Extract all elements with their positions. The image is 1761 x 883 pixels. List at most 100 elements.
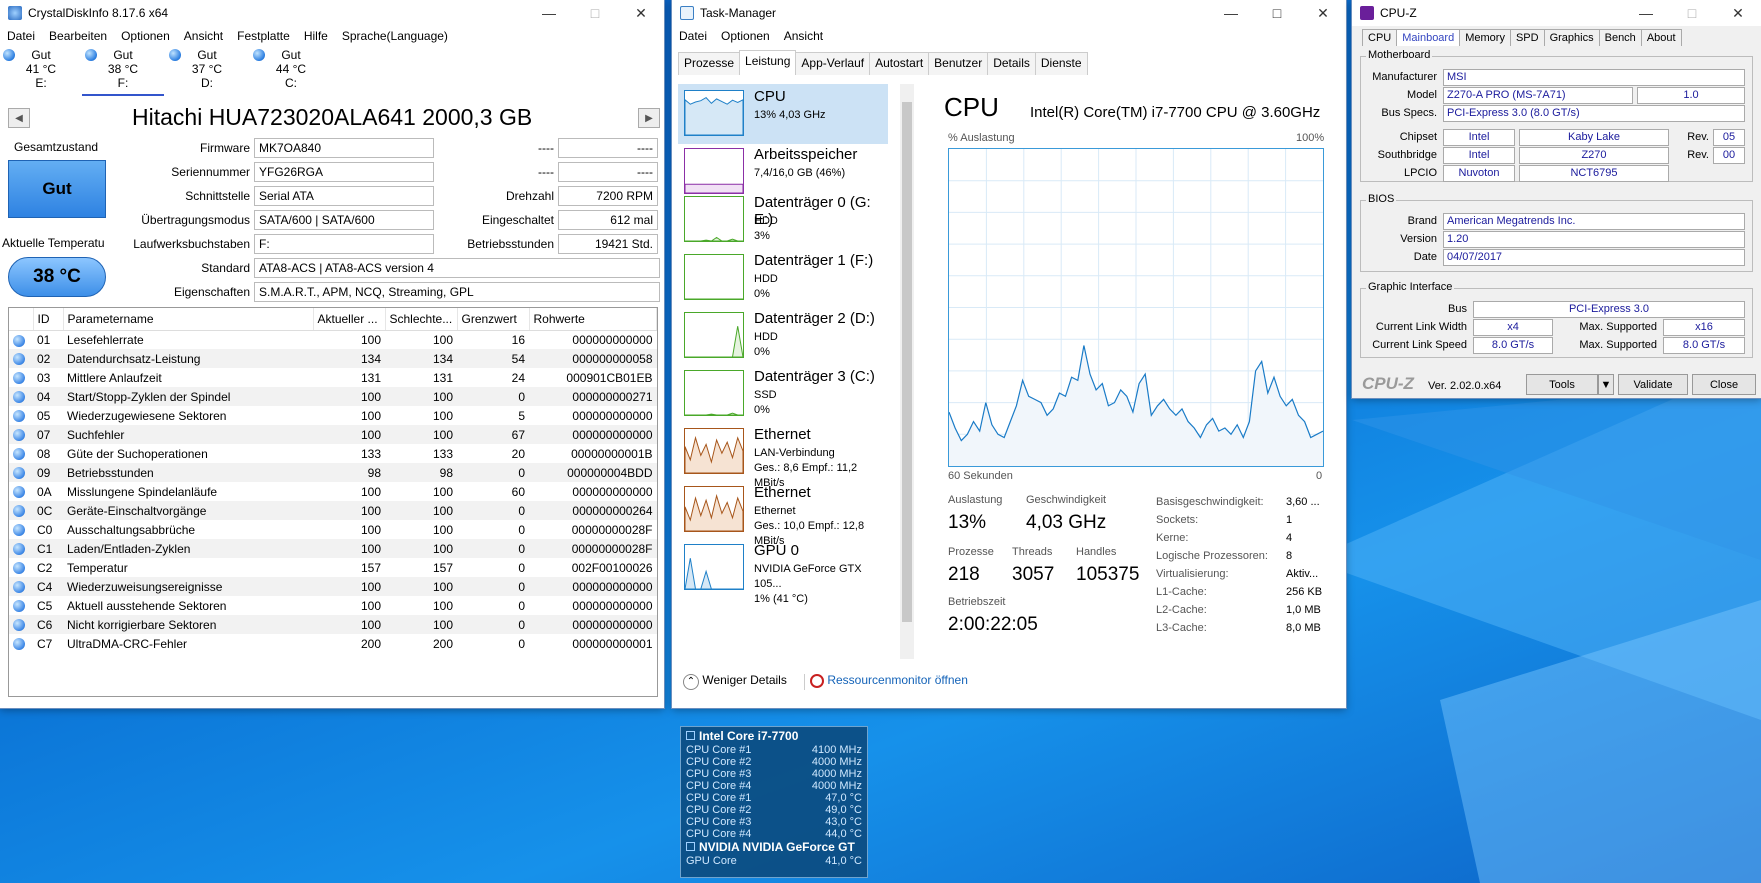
menu-ansicht[interactable]: Ansicht [777,29,830,43]
smart-row[interactable]: C2 Temperatur 157 157 0 002F00100026 [9,558,657,577]
sidebar-item-4[interactable]: Datenträger 2 (D:) HDD 0% [678,306,888,366]
sidebar-item-2[interactable]: Datenträger 0 (G: E:) HDD 3% [678,190,888,250]
scrollbar-thumb[interactable] [902,102,912,622]
smart-row[interactable]: C1 Laden/Entladen-Zyklen 100 100 0 0000000002… [9,539,657,558]
tools-button[interactable]: Tools [1526,374,1598,395]
smart-row[interactable]: C6 Nicht korrigierbare Sektoren 100 100 0 000… [9,615,657,634]
menu-datei[interactable]: Datei [0,29,42,43]
tab-leistung[interactable]: Leistung [739,50,797,73]
drive-tab-d[interactable]: Gut 37 °C D: [166,48,248,96]
health-dot-icon [253,49,265,61]
smart-row[interactable]: 05 Wiederzugewiesene Sektoren 100 100 5 00000… [9,406,657,425]
tab-prozesse[interactable]: Prozesse [678,52,741,75]
sidebar-item-5[interactable]: Datenträger 3 (C:) SSD 0% [678,364,888,424]
smart-row[interactable]: 02 Datendurchsatz-Leistung 134 134 54 0000000… [9,349,657,368]
menu-bearbeiten[interactable]: Bearbeiten [42,29,114,43]
smart-row[interactable]: C7 UltraDMA-CRC-Fehler 200 200 0 000000000001 [9,634,657,653]
sidebar-item-details: HDD 3% [754,214,778,244]
health-status-button[interactable]: Gut [8,160,106,218]
drive-tab-c[interactable]: Gut 44 °C C: [250,48,332,96]
tab-autostart[interactable]: Autostart [869,52,930,75]
smart-current: 100 [360,332,381,347]
column-worst[interactable]: Schlechte... [385,308,458,331]
tab-benutzer[interactable]: Benutzer [928,52,989,75]
smart-row[interactable]: C4 Wiederzuweisungsereignisse 100 100 0 00000… [9,577,657,596]
sidebar-item-6[interactable]: Ethernet LAN-Verbindung Ges.: 8,6 Empf.: 1… [678,422,888,489]
tools-dropdown-icon[interactable]: ▼ [1598,374,1614,395]
menu-datei[interactable]: Datei [672,29,714,43]
maximize-button[interactable]: □ [1254,0,1300,26]
tab-spd[interactable]: SPD [1509,29,1545,46]
features-label: Eigenschaften [173,285,250,299]
minimize-button[interactable]: — [526,0,572,26]
sensor-value: 4100 MHz [811,744,862,756]
menu-optionen[interactable]: Optionen [114,29,177,43]
sidebar-item-7[interactable]: Ethernet Ethernet Ges.: 10,0 Empf.: 12,8 M… [678,480,888,547]
previous-disk-button[interactable]: ◀ [8,108,30,128]
tab-details[interactable]: Details [987,52,1036,75]
column-parameter[interactable]: Parametername [63,308,314,331]
column-raw[interactable]: Rohwerte [529,308,657,331]
column-id[interactable]: ID [33,308,64,331]
smart-row[interactable]: 08 Güte der Suchoperationen 133 133 20 000000… [9,444,657,463]
widget-gpu-header: NVIDIA NVIDIA GeForce GT [686,840,862,855]
serial-field: YFG26RGA [254,162,434,182]
smart-row[interactable]: 09 Betriebsstunden 98 98 0 000000004BDD [9,463,657,482]
close-app-button[interactable]: Close [1692,374,1756,395]
link-speed-label: Current Link Speed [1372,339,1467,351]
minimize-button[interactable]: — [1623,0,1669,26]
close-button[interactable]: ✕ [1715,0,1761,26]
menu-optionen[interactable]: Optionen [714,29,777,43]
threads-label: Threads [1012,546,1053,558]
smart-row[interactable]: 0A Misslungene Spindelanläufe 100 100 60 0000… [9,482,657,501]
resource-monitor-link[interactable]: Ressourcenmonitor öffnen [810,673,968,688]
transfer-mode-field: SATA/600 | SATA/600 [254,210,434,230]
tab-bench[interactable]: Bench [1598,29,1642,46]
uptime-label: Betriebszeit [948,596,1006,608]
next-disk-button[interactable]: ▶ [638,108,660,128]
smart-row[interactable]: 0C Geräte-Einschaltvorgänge 100 100 0 0000000… [9,501,657,520]
smart-row[interactable]: 04 Start/Stopp-Zyklen der Spindel 100 100 0 0… [9,387,657,406]
tab-mainboard[interactable]: Mainboard [1396,29,1461,46]
sidebar-scrollbar[interactable] [900,84,914,659]
tab-about[interactable]: About [1640,29,1682,46]
tm-tabs: Prozesse Leistung App-Verlauf Autostart … [678,50,1088,75]
close-button[interactable]: ✕ [618,0,664,26]
smart-threshold: 0 [457,577,529,596]
smart-row[interactable]: C5 Aktuell ausstehende Sektoren 100 100 0 000… [9,596,657,615]
sidebar-item-0[interactable]: CPU 13% 4,03 GHz [678,84,888,144]
smart-threshold: 5 [518,408,525,423]
util-value: 13% [948,512,987,533]
sidebar-item-8[interactable]: GPU 0 NVIDIA GeForce GTX 105... 1% (41 °C) [678,538,888,605]
drive-tab-e[interactable]: Gut 41 °C E: [0,48,82,96]
validate-button[interactable]: Validate [1618,374,1688,395]
drive-tab-f[interactable]: Gut 38 °C F: [82,48,164,96]
menu-ansicht[interactable]: Ansicht [177,29,230,43]
tab-graphics[interactable]: Graphics [1543,29,1600,46]
interface-label: Schnittstelle [185,189,250,203]
temperature-badge[interactable]: 38 °C [8,257,106,297]
tab-dienste[interactable]: Dienste [1034,52,1088,75]
maximize-button[interactable]: □ [572,0,618,26]
column-current[interactable]: Aktueller ... [313,308,386,331]
smart-row[interactable]: 07 Suchfehler 100 100 67 000000000000 [9,425,657,444]
smart-id: C4 [33,577,63,596]
sidebar-item-3[interactable]: Datenträger 1 (F:) HDD 0% [678,248,888,308]
sidebar-item-detail-1: 13% 4,03 GHz [754,109,826,121]
tab-cpu[interactable]: CPU [1362,29,1398,46]
smart-parameter: Lesefehlerrate [67,332,144,347]
column-threshold[interactable]: Grenzwert [457,308,530,331]
maximize-button[interactable]: □ [1669,0,1715,26]
smart-row[interactable]: C0 Ausschaltungsabbrüche 100 100 0 0000000002… [9,520,657,539]
less-details-link[interactable]: ⌃ Weniger Details [683,673,787,690]
menu-festplatte[interactable]: Festplatte [230,29,297,43]
menu-sprache[interactable]: Sprache(Language) [335,29,455,43]
menu-hilfe[interactable]: Hilfe [297,29,335,43]
tab-app-verlauf[interactable]: App-Verlauf [795,52,871,75]
smart-row[interactable]: 03 Mittlere Anlaufzeit 131 131 24 000901CB01E… [9,368,657,387]
close-button[interactable]: ✕ [1300,0,1346,26]
tab-memory[interactable]: Memory [1459,29,1511,46]
minimize-button[interactable]: — [1208,0,1254,26]
smart-threshold: 20 [511,446,525,461]
smart-row[interactable]: 01 Lesefehlerrate 100 100 16 000000000000 [9,330,657,349]
